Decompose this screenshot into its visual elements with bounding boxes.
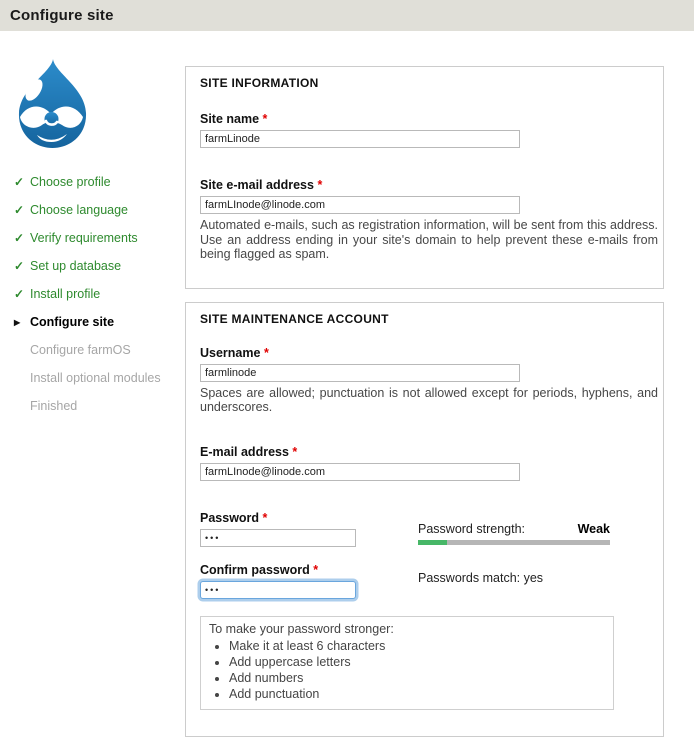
password-suggestion-item: Add punctuation: [229, 686, 605, 702]
password-suggestions-intro: To make your password stronger:: [209, 621, 605, 637]
password-strength-level: Weak: [578, 522, 610, 536]
install-steps: ✓Choose profile✓Choose language✓Verify r…: [0, 175, 185, 414]
maintenance-account-legend: SITE MAINTENANCE ACCOUNT: [200, 312, 649, 326]
account-email-label: E-mail address *: [200, 445, 649, 459]
check-icon: ✓: [14, 231, 30, 245]
check-icon: ✓: [14, 203, 30, 217]
install-step-label: Configure site: [30, 315, 114, 329]
install-step-install-optional-modules: Install optional modules: [14, 371, 185, 386]
install-step-label: Configure farmOS: [30, 343, 131, 357]
site-email-field: Site e-mail address * Automated e-mails,…: [200, 178, 649, 262]
page-title: Configure site: [10, 7, 114, 24]
account-email-input[interactable]: [200, 463, 520, 481]
install-step-finished: Finished: [14, 399, 185, 414]
install-step-configure-farmos: Configure farmOS: [14, 343, 185, 358]
required-marker: *: [317, 178, 322, 192]
site-name-field: Site name *: [200, 112, 649, 148]
install-step-label: Set up database: [30, 259, 121, 273]
check-icon: ✓: [14, 259, 30, 273]
install-step-verify-requirements: ✓Verify requirements: [14, 231, 185, 246]
password-strength-label: Password strength:: [418, 522, 525, 536]
site-name-label: Site name *: [200, 112, 649, 126]
install-step-label: Choose language: [30, 203, 128, 217]
password-suggestions-list: Make it at least 6 charactersAdd upperca…: [229, 638, 605, 702]
required-marker: *: [263, 511, 268, 525]
password-suggestion-item: Add uppercase letters: [229, 654, 605, 670]
password-input[interactable]: [200, 529, 356, 547]
site-information-legend: SITE INFORMATION: [200, 76, 649, 90]
page-header: Configure site: [0, 0, 694, 31]
install-step-label: Choose profile: [30, 175, 111, 189]
site-email-label: Site e-mail address *: [200, 178, 649, 192]
install-step-choose-language: ✓Choose language: [14, 203, 185, 218]
install-step-label: Finished: [30, 399, 77, 413]
password-strength-indicator: Password strength: Weak: [418, 511, 610, 547]
password-strength-track: [418, 540, 610, 545]
site-name-input[interactable]: [200, 130, 520, 148]
install-step-label: Install profile: [30, 287, 100, 301]
username-label: Username *: [200, 346, 649, 360]
username-description: Spaces are allowed; punctuation is not a…: [200, 386, 658, 415]
confirm-password-label: Confirm password *: [200, 563, 418, 577]
install-step-set-up-database: ✓Set up database: [14, 259, 185, 274]
confirm-password-row: Confirm password * Passwords match: yes: [200, 547, 649, 599]
password-label: Password *: [200, 511, 418, 525]
drupal-logo-icon: [8, 58, 96, 150]
required-marker: *: [292, 445, 297, 459]
site-information-fieldset: SITE INFORMATION Site name * Site e-mail…: [185, 66, 664, 289]
password-row: Password * Password strength: Weak: [200, 511, 649, 547]
account-email-field: E-mail address *: [200, 445, 649, 481]
arrow-right-icon: ▶: [14, 318, 30, 327]
site-email-description: Automated e-mails, such as registration …: [200, 218, 658, 262]
install-step-label: Install optional modules: [30, 371, 161, 385]
main-content: SITE INFORMATION Site name * Site e-mail…: [185, 31, 664, 737]
username-input[interactable]: [200, 364, 520, 382]
site-maintenance-account-fieldset: SITE MAINTENANCE ACCOUNT Username * Spac…: [185, 302, 664, 737]
confirm-password-field: Confirm password *: [200, 563, 418, 599]
password-suggestions-box: To make your password stronger: Make it …: [200, 616, 614, 710]
required-marker: *: [313, 563, 318, 577]
install-sidebar: ✓Choose profile✓Choose language✓Verify r…: [0, 31, 185, 737]
site-email-input[interactable]: [200, 196, 520, 214]
required-marker: *: [263, 112, 268, 126]
check-icon: ✓: [14, 175, 30, 189]
password-strength-fill: [418, 540, 447, 545]
install-step-configure-site: ▶Configure site: [14, 315, 185, 330]
passwords-match-text: Passwords match: yes: [418, 547, 543, 585]
install-step-label: Verify requirements: [30, 231, 138, 245]
password-field: Password *: [200, 511, 418, 547]
confirm-password-input[interactable]: [200, 581, 356, 599]
install-step-install-profile: ✓Install profile: [14, 287, 185, 302]
check-icon: ✓: [14, 287, 30, 301]
install-step-choose-profile: ✓Choose profile: [14, 175, 185, 190]
required-marker: *: [264, 346, 269, 360]
username-field: Username * Spaces are allowed; punctuati…: [200, 346, 649, 415]
password-suggestion-item: Make it at least 6 characters: [229, 638, 605, 654]
